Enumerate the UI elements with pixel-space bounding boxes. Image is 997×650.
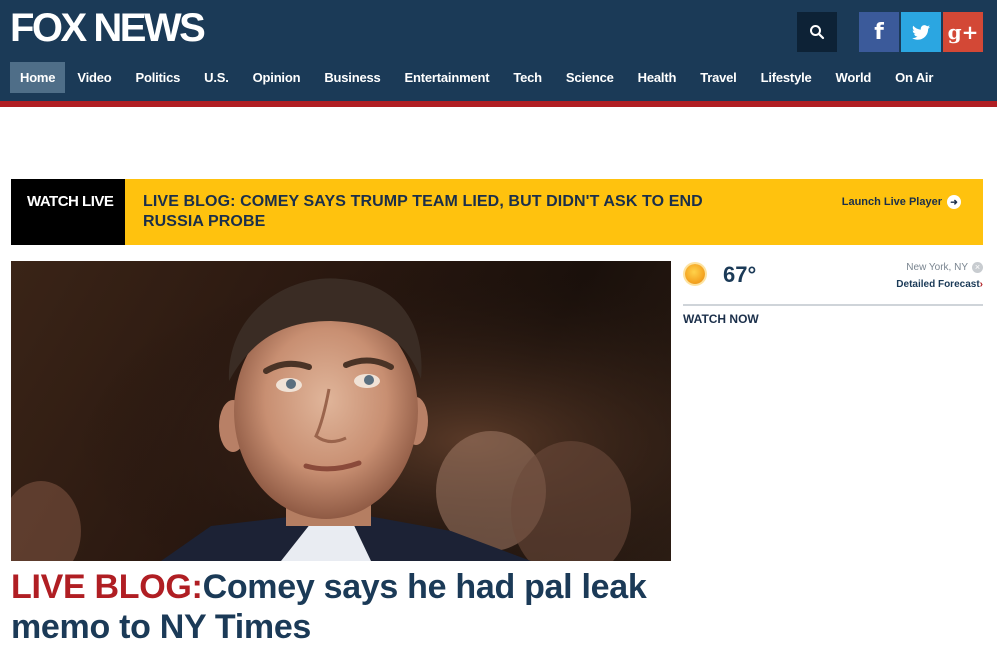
nav-item-entertainment[interactable]: Entertainment: [393, 62, 502, 93]
nav-item-politics[interactable]: Politics: [124, 62, 193, 93]
nav-item-world[interactable]: World: [824, 62, 884, 93]
detailed-forecast-label: Detailed Forecast: [896, 279, 980, 290]
googleplus-button[interactable]: g+: [943, 12, 983, 52]
nav-item-us[interactable]: U.S.: [192, 62, 240, 93]
nav-item-on-air[interactable]: On Air: [883, 62, 945, 93]
live-banner[interactable]: WATCH LIVE LIVE BLOG: COMEY SAYS TRUMP T…: [11, 179, 983, 245]
main-story-headline[interactable]: LIVE BLOG:Comey says he had pal leak mem…: [11, 567, 671, 647]
weather-location-label: New York, NY: [906, 262, 968, 273]
weather-temperature: 67°: [723, 262, 757, 287]
watch-live-badge[interactable]: WATCH LIVE: [11, 179, 125, 245]
main-nav: Home Video Politics U.S. Opinion Busines…: [10, 62, 945, 93]
arrow-right-icon: ➜: [947, 195, 961, 209]
twitter-button[interactable]: [901, 12, 941, 52]
googleplus-icon: g+: [947, 20, 979, 44]
watch-now-heading: WATCH NOW: [683, 312, 759, 326]
detailed-forecast-link[interactable]: Detailed Forecast›: [896, 279, 983, 290]
nav-item-home[interactable]: Home: [10, 62, 66, 93]
header-accent-line: [0, 101, 997, 107]
facebook-icon: f: [874, 19, 884, 45]
comey-photo: [11, 261, 671, 561]
weather-widget: 67° New York, NY × Detailed Forecast›: [683, 258, 983, 306]
twitter-icon: [912, 24, 930, 40]
search-button[interactable]: [797, 12, 837, 52]
facebook-button[interactable]: f: [859, 12, 899, 52]
main-story-kicker: LIVE BLOG:: [11, 568, 203, 606]
nav-item-video[interactable]: Video: [65, 62, 123, 93]
site-header: FOX NEWS f g+ Home Video Politics U.S. O…: [0, 0, 997, 107]
close-icon[interactable]: ×: [972, 262, 983, 273]
launch-live-player-button[interactable]: Launch Live Player ➜: [842, 195, 961, 209]
main-story-image[interactable]: [11, 261, 671, 561]
weather-location: New York, NY ×: [906, 262, 983, 273]
nav-item-lifestyle[interactable]: Lifestyle: [749, 62, 824, 93]
launch-live-player-label: Launch Live Player: [841, 196, 942, 208]
nav-item-health[interactable]: Health: [626, 62, 689, 93]
nav-item-business[interactable]: Business: [312, 62, 392, 93]
nav-item-opinion[interactable]: Opinion: [241, 62, 313, 93]
live-banner-headline[interactable]: LIVE BLOG: COMEY SAYS TRUMP TEAM LIED, B…: [143, 192, 763, 232]
sun-icon: [685, 264, 705, 284]
nav-item-travel[interactable]: Travel: [688, 62, 748, 93]
nav-item-science[interactable]: Science: [554, 62, 626, 93]
nav-item-tech[interactable]: Tech: [501, 62, 554, 93]
fox-news-logo[interactable]: FOX NEWS: [10, 6, 206, 50]
search-icon: [810, 25, 825, 40]
chevron-right-icon: ›: [979, 279, 983, 290]
